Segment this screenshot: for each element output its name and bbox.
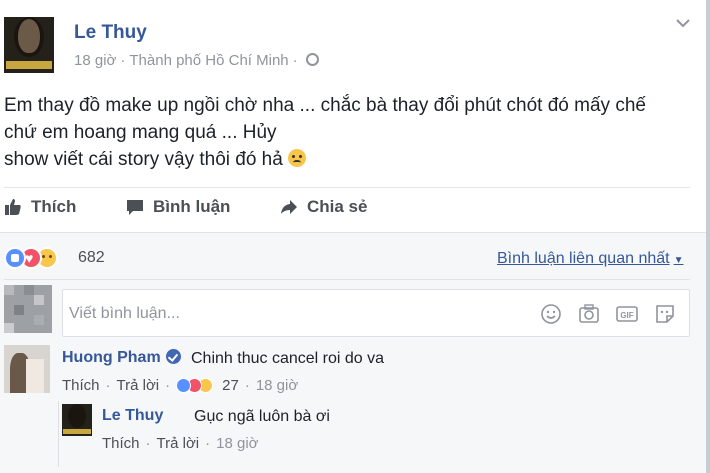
reply-actions: Thích · Trả lời · 18 giờ xyxy=(102,435,259,452)
comment-reactions-icon[interactable] xyxy=(176,377,220,394)
meta-separator: · xyxy=(145,435,151,452)
reaction-count[interactable]: 682 xyxy=(78,249,105,267)
post-time[interactable]: 18 giờ xyxy=(74,52,116,69)
current-user-avatar[interactable] xyxy=(4,285,52,333)
author-name[interactable]: Le Thuy xyxy=(74,22,147,44)
reply-author-avatar[interactable] xyxy=(62,404,92,436)
comment-label: Bình luận xyxy=(153,197,231,216)
post-location[interactable]: Thành phố Hồ Chí Minh xyxy=(129,52,288,69)
meta-separator: · xyxy=(105,377,111,394)
meta-separator: · xyxy=(205,435,211,452)
share-icon xyxy=(281,200,297,214)
reaction-icons[interactable] xyxy=(4,247,72,271)
comment-button[interactable]: Bình luận xyxy=(126,197,230,217)
like-label: Thích xyxy=(31,197,77,216)
commenter-avatar[interactable] xyxy=(4,345,50,393)
thumbs-up-icon xyxy=(5,199,21,215)
reply-thread-line xyxy=(58,401,59,467)
camera-icon[interactable] xyxy=(577,302,601,326)
svg-text:GIF: GIF xyxy=(620,311,633,320)
like-button[interactable]: Thích xyxy=(4,197,76,217)
verified-badge-icon xyxy=(165,349,181,364)
comment-reply-link[interactable]: Trả lời xyxy=(117,377,160,394)
post-text-line: Em thay đồ make up ngồi chờ nha ... chắc… xyxy=(4,95,646,116)
sticker-icon[interactable] xyxy=(653,302,677,326)
post-text-line: show viết cái story vậy thôi đó hả xyxy=(4,146,694,173)
comment-reaction-count[interactable]: 27 xyxy=(222,377,239,394)
meta-separator: · xyxy=(165,377,171,394)
commenter-name[interactable]: Huong Pham xyxy=(62,349,181,367)
reply-like-link[interactable]: Thích xyxy=(102,435,140,452)
gif-icon[interactable]: GIF xyxy=(615,302,639,326)
post-body: Em thay đồ make up ngồi chờ nha ... chắc… xyxy=(4,92,694,173)
facebook-post: Le Thuy 18 giờ · Thành phố Hồ Chí Minh · Em… xyxy=(0,0,710,473)
composer-tools: GIF xyxy=(539,302,677,326)
comment-actions: Thích · Trả lời · 27 · 18 giờ xyxy=(62,377,298,394)
emoji-icon[interactable] xyxy=(539,302,563,326)
reply-reply-link[interactable]: Trả lời xyxy=(157,435,200,452)
comment-icon xyxy=(127,200,143,215)
comment-input[interactable] xyxy=(69,300,509,328)
post-text-line: chứ em hoang mang quá ... Hủy xyxy=(4,122,277,143)
author-avatar[interactable] xyxy=(4,17,54,73)
post-meta: 18 giờ · Thành phố Hồ Chí Minh · xyxy=(74,52,319,69)
comment-like-link[interactable]: Thích xyxy=(62,377,100,394)
meta-separator: · xyxy=(120,52,126,69)
chevron-down-icon[interactable] xyxy=(674,14,692,32)
divider xyxy=(4,187,690,188)
like-reaction-icon xyxy=(4,247,26,269)
meta-separator: · xyxy=(244,377,250,394)
comment-time[interactable]: 18 giờ xyxy=(256,377,298,394)
tired-face-emoji-icon xyxy=(288,149,307,167)
meta-separator: · xyxy=(292,52,298,69)
post-actions: Thích Bình luận Chia sẻ xyxy=(4,197,690,223)
sort-label: Bình luận liên quan nhất xyxy=(497,250,670,267)
comment-composer: GIF xyxy=(62,289,690,337)
globe-icon[interactable] xyxy=(305,53,319,66)
comment-text: Chinh thuc cancel roi do va xyxy=(191,350,384,367)
caret-down-icon: ▼ xyxy=(673,255,684,266)
divider xyxy=(4,279,690,280)
comments-section: 682 Bình luận liên quan nhất▼ GIF Huong … xyxy=(0,232,706,473)
share-button[interactable]: Chia sẻ xyxy=(280,197,367,217)
reply-time[interactable]: 18 giờ xyxy=(216,435,258,452)
reply-author-name[interactable]: Le Thuy xyxy=(102,407,163,425)
share-label: Chia sẻ xyxy=(307,197,368,216)
reply-text: Gục ngã luôn bà ơi xyxy=(194,408,330,425)
comment-sort-dropdown[interactable]: Bình luận liên quan nhất ▼ xyxy=(497,250,684,268)
